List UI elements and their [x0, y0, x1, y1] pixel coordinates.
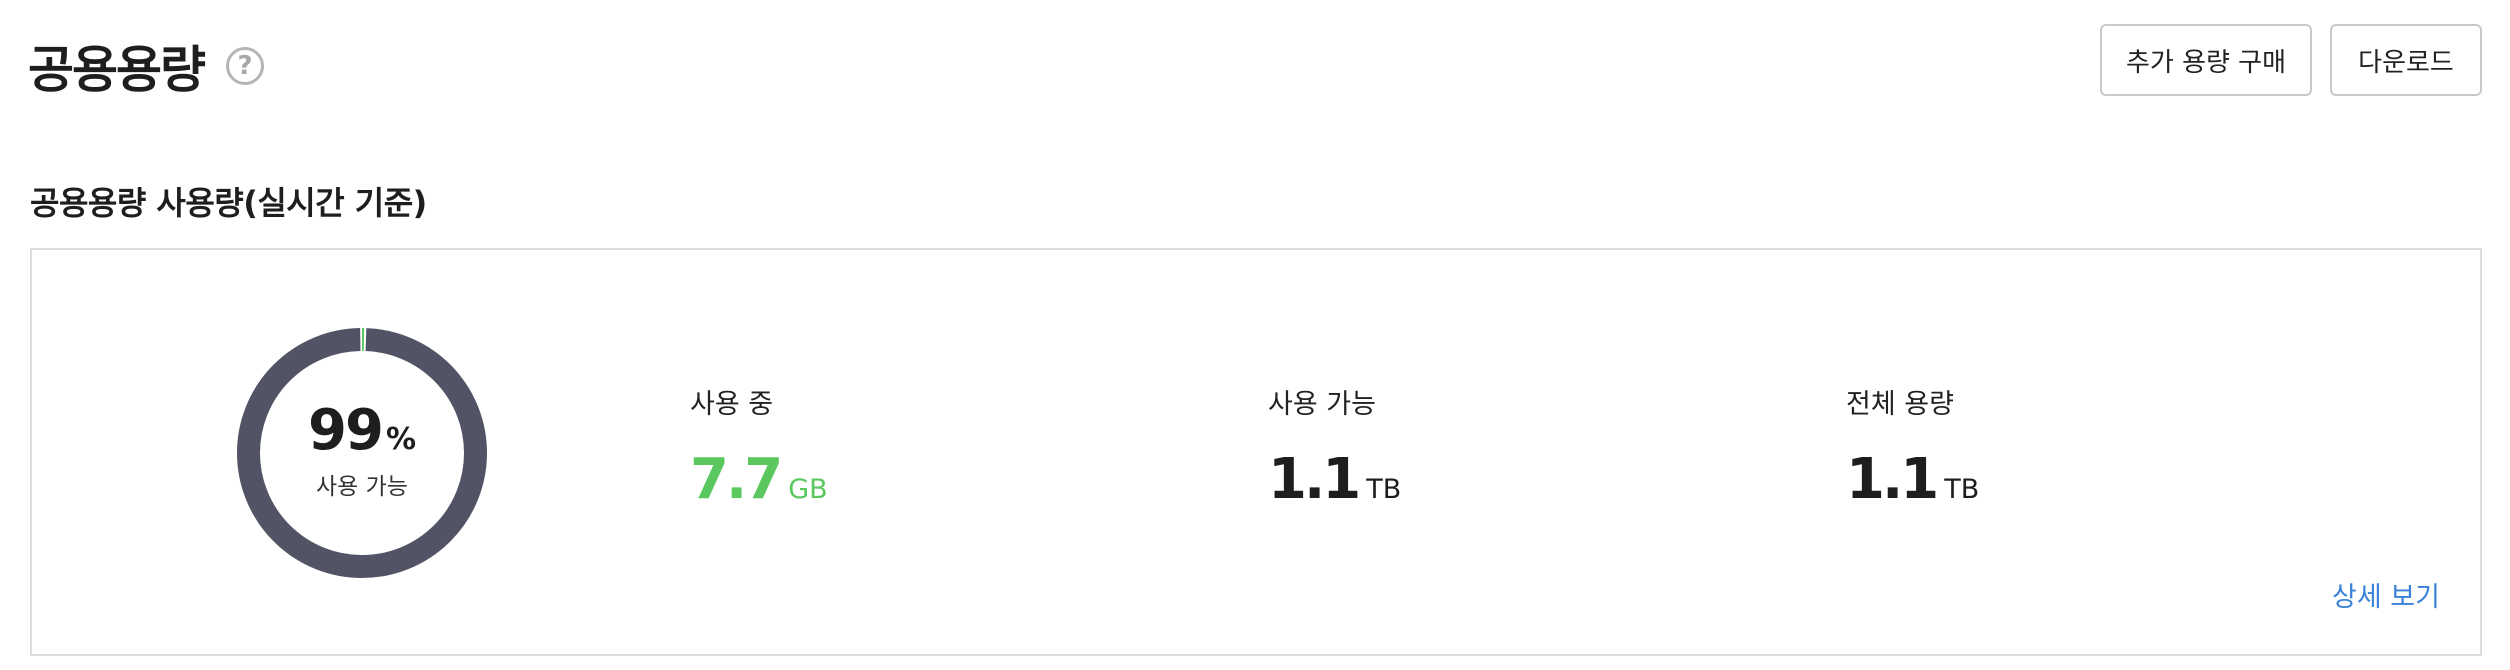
page-header: 공용용량 ? 추가 용량 구매 다운로드	[28, 24, 2482, 124]
donut-percent-row: 99 %	[308, 398, 416, 463]
stat-total-label: 전체 용량	[1846, 389, 1954, 420]
buy-additional-storage-button[interactable]: 추가 용량 구매	[2100, 24, 2312, 96]
stat-available: 사용 가능 1.1 TB	[1268, 382, 1401, 512]
donut-label: 사용 가능	[316, 473, 408, 500]
donut-percent-value: 99	[308, 397, 384, 463]
stat-total-value: 1.1	[1846, 447, 1939, 512]
stat-used: 사용 중 7.7 GB	[690, 382, 828, 512]
section-title: 공용용량 사용량(실시간 기준)	[30, 184, 427, 222]
stat-used-value-row: 7.7 GB	[690, 447, 828, 512]
donut-percent-unit: %	[385, 421, 416, 457]
stat-available-value: 1.1	[1268, 447, 1361, 512]
download-button[interactable]: 다운로드	[2330, 24, 2482, 96]
stat-total-value-row: 1.1 TB	[1846, 447, 1979, 512]
stat-used-value: 7.7	[690, 447, 783, 512]
usage-panel: 99 % 사용 가능 사용 중 7.7 GB 사용 가능 1.1 TB 전체 용…	[30, 248, 2482, 656]
stat-used-label: 사용 중	[690, 389, 774, 420]
stat-available-value-row: 1.1 TB	[1268, 447, 1401, 512]
help-icon[interactable]: ?	[226, 47, 264, 85]
donut-center: 99 % 사용 가능	[237, 328, 487, 578]
title-group: 공용용량 ?	[28, 30, 264, 102]
page-title: 공용용량	[28, 41, 206, 99]
view-details-link[interactable]: 상세 보기	[2332, 575, 2440, 614]
stat-used-unit: GB	[788, 474, 828, 505]
usage-donut-chart: 99 % 사용 가능	[237, 328, 487, 578]
stat-total: 전체 용량 1.1 TB	[1846, 382, 1979, 512]
shared-storage-page: 공용용량 ? 추가 용량 구매 다운로드 공용용량 사용량(실시간 기준) 99…	[0, 0, 2510, 670]
header-actions: 추가 용량 구매 다운로드	[2100, 24, 2482, 96]
stat-available-unit: TB	[1366, 474, 1402, 505]
stat-available-label: 사용 가능	[1268, 389, 1376, 420]
stat-total-unit: TB	[1944, 474, 1980, 505]
